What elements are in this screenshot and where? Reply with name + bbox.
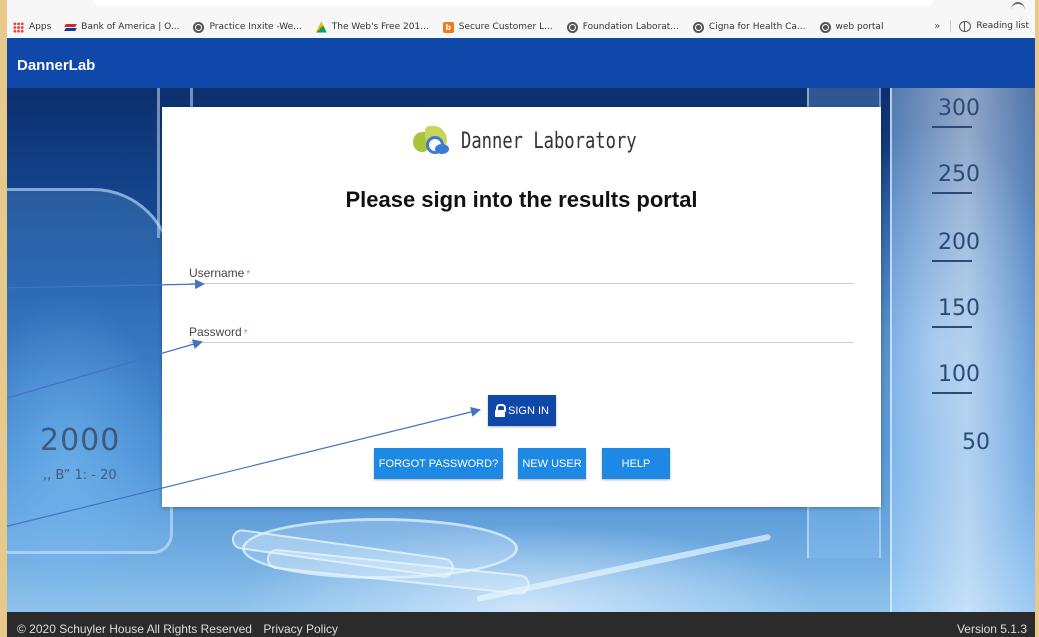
password-label-text: Password (189, 325, 242, 339)
bookmark-label: Apps (29, 22, 52, 32)
bookmark-label: Secure Customer L... (458, 22, 553, 32)
username-label: Username * (189, 266, 854, 280)
sign-in-label: SIGN IN (508, 404, 549, 417)
reading-list-icon (959, 20, 972, 32)
cylinder-tick (932, 126, 972, 128)
privacy-policy-link[interactable]: Privacy Policy (263, 622, 338, 636)
cylinder-mark: 150 (938, 296, 980, 321)
graduated-cylinder: 300 250 200 150 100 50 (890, 88, 1035, 612)
username-input[interactable] (189, 280, 854, 292)
login-card: Danner Laboratory Please sign into the r… (162, 107, 881, 507)
cylinder-mark: 50 (962, 430, 990, 455)
bookmark-label: Bank of America | O... (81, 22, 180, 32)
bookmarks-right: » Reading list (934, 20, 1029, 32)
bookmark-bank-of-america[interactable]: Bank of America | O... (65, 22, 179, 33)
globe-icon (692, 21, 704, 33)
username-label-text: Username (189, 266, 245, 280)
apps-grid-icon (13, 21, 24, 33)
page-title: Please sign into the results portal (345, 187, 698, 212)
bookmark-apps[interactable]: Apps (13, 21, 52, 33)
bookmark-cigna[interactable]: Cigna for Health Ca... (692, 21, 806, 33)
bookmark-list: Apps Bank of America | O... Practice Inx… (13, 20, 897, 34)
globe-icon (193, 21, 205, 33)
bookmark-label: Practice Inxite -We... (209, 22, 302, 32)
bookmark-web-portal[interactable]: web portal (819, 21, 884, 33)
profile-icon[interactable] (1011, 2, 1025, 10)
footer-left: © 2020 Schuyler House All Rights Reserve… (17, 622, 338, 636)
bookmark-secure-customer[interactable]: b Secure Customer L... (442, 21, 553, 33)
browser-window: Apps Bank of America | O... Practice Inx… (7, 0, 1035, 637)
help-button[interactable]: HELP (602, 448, 670, 479)
username-field[interactable]: Username * (189, 266, 854, 292)
divider (950, 20, 952, 32)
password-input[interactable] (189, 339, 854, 351)
pipette (476, 533, 772, 602)
bookmark-practice-inxite[interactable]: Practice Inxite -We... (193, 21, 302, 33)
cylinder-tick (932, 192, 972, 194)
cylinder-tick (932, 260, 972, 262)
reading-list-button[interactable]: Reading list (976, 21, 1029, 31)
globe-icon (819, 21, 831, 33)
bank-of-america-icon (65, 22, 76, 33)
required-mark: * (243, 328, 248, 339)
bookmark-label: Cigna for Health Ca... (708, 22, 806, 32)
sign-in-button[interactable]: SIGN IN (488, 395, 556, 426)
bookmark-label: web portal (835, 22, 884, 32)
b-letter-icon: b (442, 21, 454, 33)
required-mark: * (246, 269, 251, 280)
copyright-text: © 2020 Schuyler House All Rights Reserve… (17, 622, 252, 636)
password-field[interactable]: Password * (189, 325, 854, 351)
logo: Danner Laboratory (162, 126, 881, 156)
bookmark-label: The Web's Free 201... (331, 22, 429, 32)
danner-logo-icon (412, 126, 451, 156)
version-text: Version 5.1.3 (956, 622, 1027, 636)
cylinder-mark: 250 (938, 162, 980, 187)
brand-title[interactable]: DannerLab (17, 57, 95, 74)
more-bookmarks-button[interactable]: » (934, 21, 940, 32)
cylinder-mark: 100 (938, 362, 980, 387)
forgot-password-button[interactable]: FORGOT PASSWORD? (374, 448, 503, 479)
cylinder-mark: 300 (938, 96, 980, 121)
bookmark-label: Foundation Laborat... (582, 22, 679, 32)
app-header: DannerLab (7, 38, 1035, 88)
cylinder-tick (932, 326, 972, 328)
lock-icon (495, 404, 507, 417)
new-user-button[interactable]: NEW USER (518, 448, 586, 479)
address-bar-edge (93, 0, 933, 6)
beaker (7, 188, 173, 554)
globe-icon (566, 21, 578, 33)
logo-text: Danner Laboratory (460, 128, 637, 154)
password-label: Password * (189, 325, 854, 339)
footer: © 2020 Schuyler House All Rights Reserve… (7, 612, 1035, 637)
bookmark-webs-free[interactable]: The Web's Free 201... (315, 21, 429, 33)
bookmark-foundation-laboratory[interactable]: Foundation Laborat... (566, 21, 679, 33)
pyramid-icon (315, 21, 327, 33)
bookmarks-bar: Apps Bank of America | O... Practice Inx… (7, 0, 1035, 39)
beaker-text: 2000 (40, 423, 121, 458)
cylinder-tick (932, 392, 972, 394)
cylinder-mark: 200 (938, 230, 980, 255)
beaker-subtext: ,, B” 1: - 20 (43, 468, 117, 483)
